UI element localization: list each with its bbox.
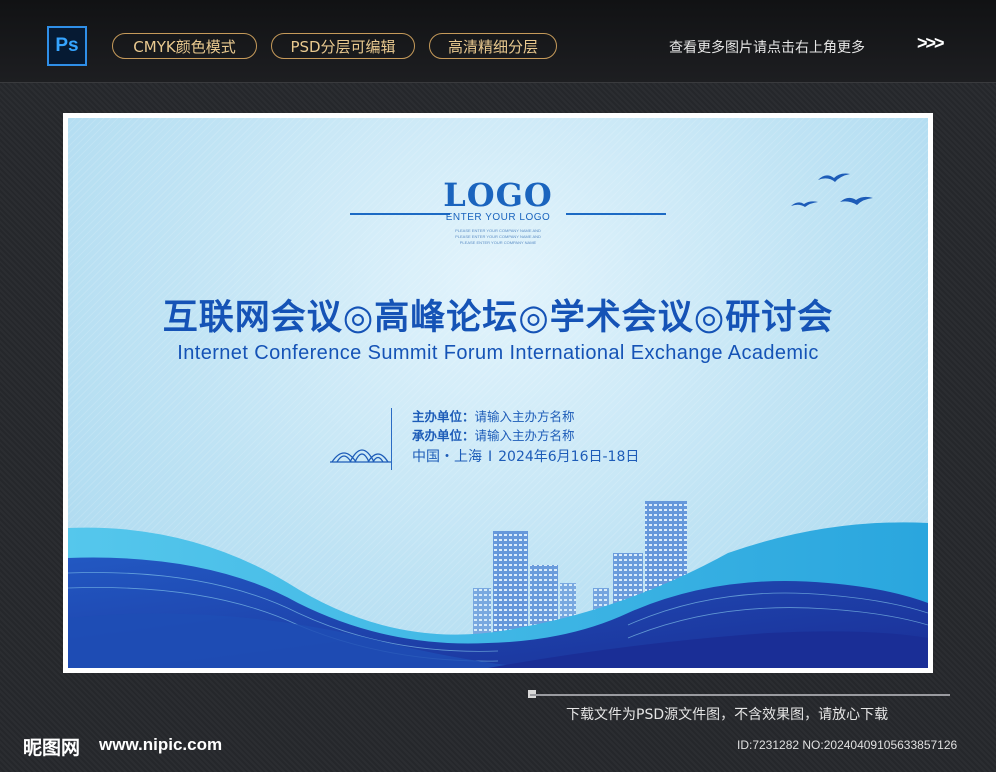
footer-divider <box>530 694 950 696</box>
organizer-row: 承办单位：请输入主办方名称 <box>412 425 575 444</box>
logo-small-line: PLEASE ENTER YOUR COMPANY NAME AND <box>455 234 541 239</box>
wave-background <box>68 522 928 668</box>
location-text: 中国・上海 <box>412 449 482 465</box>
title-chinese: 互联网会议◎高峰论坛◎学术会议◎研讨会 <box>162 298 834 338</box>
poster-preview: LOGO ENTER YOUR LOGO PLEASE ENTER YOUR C… <box>68 118 928 668</box>
logo-text: LOGO <box>443 176 553 214</box>
birds-icon <box>791 173 873 207</box>
site-url-link[interactable]: www.nipic.com <box>99 735 222 755</box>
download-note: 下载文件为PSD源文件图，不含效果图，请放心下载 <box>566 707 889 723</box>
host-row: 主办单位：请输入主办方名称 <box>412 406 575 425</box>
logo-small-line: PLEASE ENTER YOUR COMPANY NAME AND <box>455 228 541 233</box>
poster-frame: LOGO ENTER YOUR LOGO PLEASE ENTER YOUR C… <box>63 113 933 673</box>
site-logo-text[interactable]: 昵图网 <box>23 733 80 760</box>
cloud-pattern-icon <box>330 449 392 463</box>
image-id-text: ID:7231282 NO:20240409105633857126 <box>737 738 958 752</box>
more-arrows-icon[interactable]: >>> <box>917 33 945 54</box>
organizer-label: 承办单位： <box>412 428 475 443</box>
organizer-value: 请输入主办方名称 <box>474 428 575 443</box>
top-bar: Ps CMYK颜色模式 PSD分层可编辑 高清精细分层 查看更多图片请点击右上角… <box>0 0 996 83</box>
location-date-row: 中国・上海 I 2024年6月16日-18日 <box>412 446 639 466</box>
photoshop-icon: Ps <box>47 26 87 66</box>
badge-cmyk: CMYK颜色模式 <box>112 33 257 59</box>
logo-subtitle: ENTER YOUR LOGO <box>445 212 551 223</box>
badge-psd-layers: PSD分层可编辑 <box>271 33 415 59</box>
more-hint-text: 查看更多图片请点击右上角更多 <box>669 40 865 56</box>
badge-hd-layers: 高清精细分层 <box>429 33 557 59</box>
host-label: 主办单位： <box>412 409 475 424</box>
logo-small-line: PLEASE ENTER YOUR COMPANY NAME <box>459 240 537 245</box>
title-english: Internet Conference Summit Forum Interna… <box>177 342 819 364</box>
separator: I <box>488 449 493 465</box>
host-value: 请输入主办方名称 <box>474 409 575 424</box>
date-text: 2024年6月16日-18日 <box>498 449 640 465</box>
info-divider <box>391 408 392 470</box>
